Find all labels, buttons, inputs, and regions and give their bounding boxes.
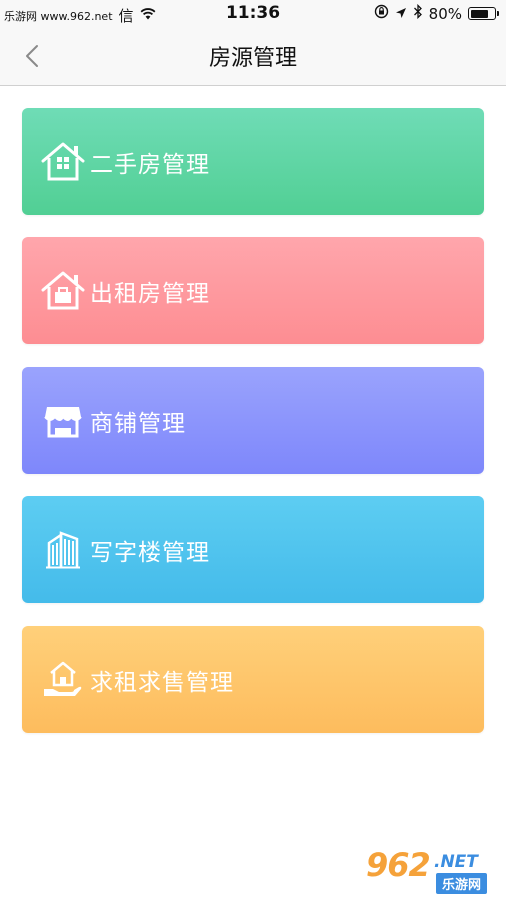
card-label: 商铺管理 xyxy=(90,410,186,437)
status-right: 80% xyxy=(374,3,499,23)
page-title: 房源管理 xyxy=(208,46,297,71)
nav-bar: 房源管理 xyxy=(0,28,506,86)
office-building-card[interactable]: 写字楼管理 xyxy=(22,496,484,603)
rent-house-icon xyxy=(38,266,88,316)
battery-percent: 80% xyxy=(428,4,462,23)
rental-house-card[interactable]: 出租房管理 xyxy=(22,237,484,344)
watermark-number: 962 xyxy=(366,846,431,884)
site-watermark-logo: 962 .NET 乐游网 xyxy=(366,846,498,896)
want-rent-sell-card[interactable]: 求租求售管理 xyxy=(22,626,484,733)
hand-house-icon xyxy=(38,655,88,705)
shop-card[interactable]: 商铺管理 xyxy=(22,367,484,474)
watermark-suffix: .NET xyxy=(434,852,478,872)
card-label: 写字楼管理 xyxy=(90,539,210,566)
shop-icon xyxy=(38,396,88,446)
rotation-lock-icon xyxy=(374,4,389,23)
house-icon xyxy=(38,137,88,187)
battery-fill xyxy=(470,9,489,18)
battery-icon xyxy=(468,7,499,20)
location-icon xyxy=(395,5,407,23)
card-label: 二手房管理 xyxy=(90,151,210,178)
card-label: 出租房管理 xyxy=(90,280,210,307)
status-bar: 乐游网 www.962.net 信 11:36 80% xyxy=(0,0,506,28)
card-label: 求租求售管理 xyxy=(90,669,234,696)
second-hand-house-card[interactable]: 二手房管理 xyxy=(22,108,484,215)
bluetooth-icon xyxy=(413,3,423,23)
watermark-name: 乐游网 xyxy=(436,873,488,894)
office-building-icon xyxy=(38,525,88,575)
